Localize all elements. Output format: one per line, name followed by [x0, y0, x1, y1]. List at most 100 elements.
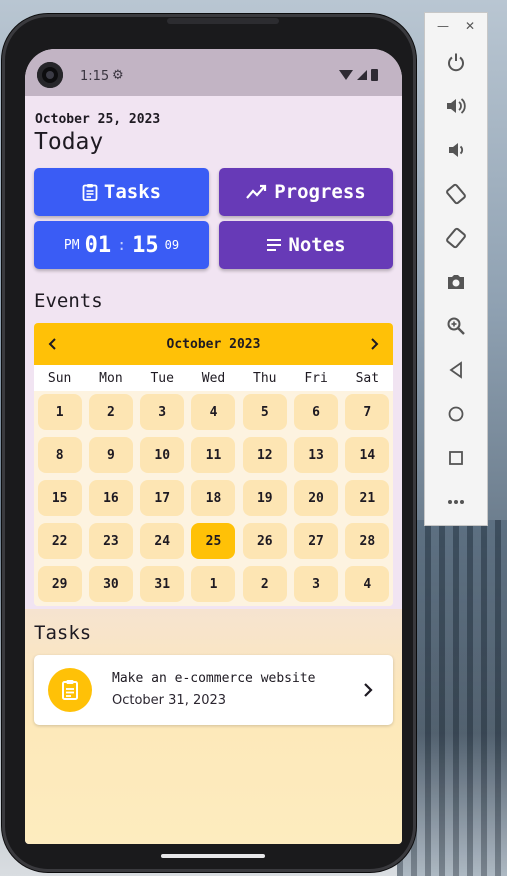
zoom-icon[interactable] — [443, 313, 469, 339]
clipboard-icon — [82, 184, 98, 201]
clock-ampm: PM — [63, 237, 80, 253]
phone-frame: 1:15 ⚙ October 25, 2023 Today Tasks Prog… — [2, 14, 416, 872]
calendar-day[interactable]: 15 — [37, 480, 82, 516]
notes-button[interactable]: Notes — [219, 221, 393, 269]
weekday-label: Thu — [253, 370, 277, 386]
notes-button-label: Notes — [288, 234, 346, 256]
wifi-icon — [339, 70, 353, 80]
home-icon[interactable] — [443, 401, 469, 427]
calendar-day[interactable]: 16 — [88, 480, 133, 516]
status-time: 1:15 — [80, 69, 110, 84]
more-icon[interactable] — [443, 489, 469, 515]
calendar-day[interactable]: 30 — [88, 566, 133, 602]
phone-speaker — [167, 18, 279, 24]
task-name: Make an e-commerce website — [112, 671, 316, 686]
calendar-day[interactable]: 29 — [37, 566, 82, 602]
weekday-label: Sun — [47, 370, 72, 386]
calendar-day-selected[interactable]: 25 — [191, 523, 236, 559]
emulator-toolbar: — ✕ — [424, 12, 488, 526]
calendar-day[interactable]: 19 — [242, 480, 287, 516]
calendar-header: October 2023 — [34, 323, 393, 365]
rotate-left-icon[interactable] — [443, 181, 469, 207]
calendar-day[interactable]: 6 — [294, 394, 339, 430]
volume-down-icon[interactable] — [443, 137, 469, 163]
clock-seconds: 09 — [164, 238, 180, 252]
overview-icon[interactable] — [443, 445, 469, 471]
calendar-day[interactable]: 2 — [88, 394, 133, 430]
tasks-button[interactable]: Tasks — [34, 168, 209, 216]
rotate-right-icon[interactable] — [443, 225, 469, 251]
progress-button-label: Progress — [274, 181, 366, 203]
volume-up-icon[interactable] — [443, 93, 469, 119]
settings-gear-icon: ⚙ — [112, 68, 124, 83]
previous-month-button[interactable] — [44, 335, 62, 353]
trending-icon — [246, 184, 267, 199]
progress-button[interactable]: Progress — [219, 168, 393, 216]
weekday-label: Mon — [99, 370, 123, 386]
task-list-item[interactable]: Make an e-commerce website October 31, 2… — [34, 655, 393, 725]
calendar-day[interactable]: 24 — [140, 523, 185, 559]
calendar-day[interactable]: 26 — [242, 523, 287, 559]
calendar-day[interactable]: 2 — [242, 566, 287, 602]
tasks-button-label: Tasks — [103, 181, 162, 203]
calendar-day[interactable]: 3 — [140, 394, 185, 430]
calendar-day[interactable]: 22 — [37, 523, 82, 559]
status-icons — [339, 69, 378, 81]
task-date: October 31, 2023 — [112, 693, 227, 708]
calendar-day[interactable]: 13 — [294, 437, 339, 473]
calendar-day[interactable]: 3 — [294, 566, 339, 602]
task-clipboard-icon — [48, 668, 92, 712]
calendar-day[interactable]: 18 — [191, 480, 236, 516]
events-heading: Events — [34, 290, 103, 312]
clock-hours: 01 — [84, 232, 112, 258]
minimize-icon[interactable]: — — [437, 19, 449, 33]
tasks-heading: Tasks — [34, 622, 92, 644]
calendar-day[interactable]: 23 — [88, 523, 133, 559]
calendar-day[interactable]: 21 — [345, 480, 390, 516]
weekday-label: Tue — [150, 370, 174, 386]
calendar-month-label: October 2023 — [166, 336, 261, 352]
power-icon[interactable] — [443, 49, 469, 75]
home-indicator[interactable] — [161, 854, 265, 858]
calendar-day[interactable]: 7 — [345, 394, 390, 430]
weekday-label: Wed — [201, 370, 226, 386]
chevron-left-icon — [48, 338, 56, 350]
calendar-day[interactable]: 17 — [140, 480, 185, 516]
calendar-day[interactable]: 4 — [345, 566, 390, 602]
close-icon[interactable]: ✕ — [465, 19, 475, 33]
clock-minutes: 15 — [132, 232, 159, 258]
calendar-day[interactable]: 10 — [140, 437, 185, 473]
calendar-day[interactable]: 1 — [191, 566, 236, 602]
bottom-gradient — [25, 609, 402, 844]
calendar-day[interactable]: 4 — [191, 394, 236, 430]
calendar-day[interactable]: 11 — [191, 437, 236, 473]
calendar-day[interactable]: 31 — [140, 566, 185, 602]
chevron-right-icon[interactable] — [363, 682, 373, 701]
app-screen: 1:15 ⚙ October 25, 2023 Today Tasks Prog… — [25, 49, 402, 844]
clock-separator: : — [117, 236, 127, 254]
calendar-day[interactable]: 20 — [294, 480, 339, 516]
front-camera-icon — [37, 62, 63, 88]
weekday-label: Sat — [355, 370, 380, 386]
calendar-day[interactable]: 8 — [37, 437, 82, 473]
events-calendar: October 2023 Sun Mon Tue Wed Thu Fri Sat 12345… — [34, 323, 393, 606]
status-bar: 1:15 ⚙ — [25, 49, 402, 96]
battery-icon — [371, 69, 378, 81]
page-title: Today — [34, 129, 104, 155]
calendar-day[interactable]: 12 — [242, 437, 287, 473]
calendar-day[interactable]: 1 — [37, 394, 82, 430]
calendar-day[interactable]: 27 — [294, 523, 339, 559]
camera-icon[interactable] — [443, 269, 469, 295]
calendar-weekdays: Sun Mon Tue Wed Thu Fri Sat — [34, 365, 393, 391]
calendar-day[interactable]: 5 — [242, 394, 287, 430]
current-date: October 25, 2023 — [35, 112, 161, 127]
calendar-day[interactable]: 14 — [345, 437, 390, 473]
weekday-label: Fri — [304, 370, 328, 386]
signal-icon — [357, 70, 367, 80]
calendar-days-grid: 1 2 3 4 5 6 7 8 9 10 11 12 13 14 15 16 17 18 19 20 21 22 23 24 2… — [34, 391, 393, 606]
calendar-day[interactable]: 28 — [345, 523, 390, 559]
notes-lines-icon — [267, 239, 282, 251]
calendar-day[interactable]: 9 — [88, 437, 133, 473]
next-month-button[interactable] — [365, 335, 383, 353]
back-icon[interactable] — [443, 357, 469, 383]
